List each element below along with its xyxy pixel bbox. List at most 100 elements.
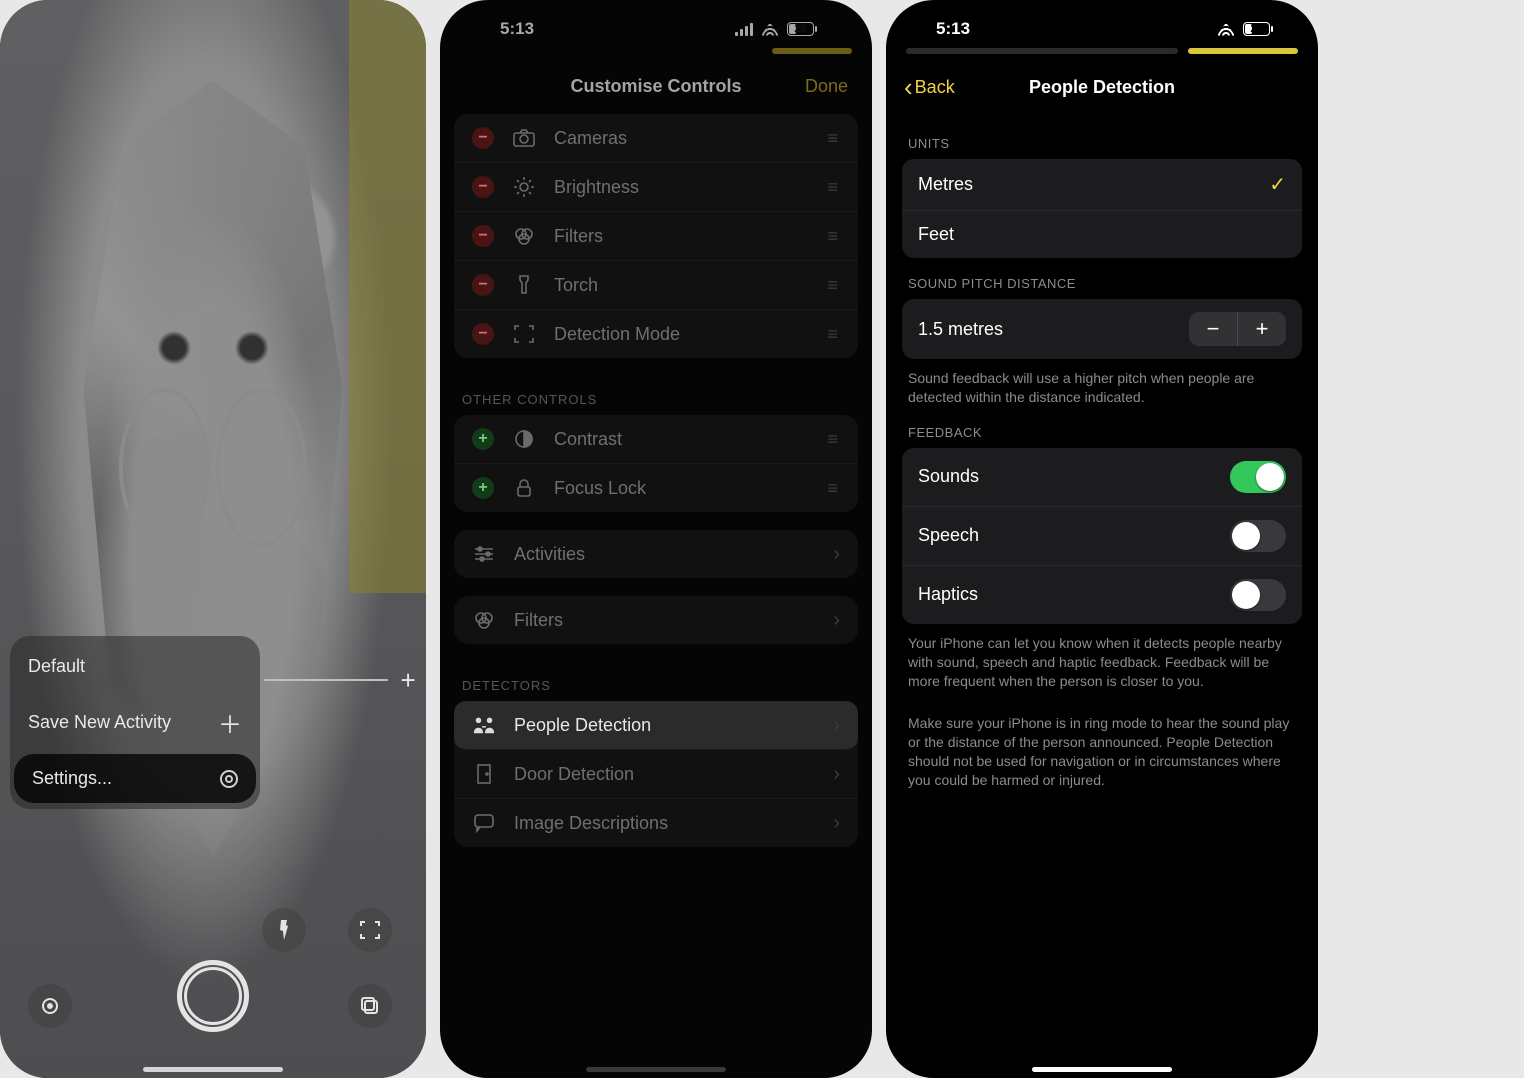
content-scroll[interactable]: UNITS Metres ✓ Feet SOUND PITCH DISTANCE… <box>902 118 1302 1078</box>
filters-icon <box>512 224 536 248</box>
filters-row-group: Filters › <box>454 596 858 644</box>
contrast-icon <box>512 427 536 451</box>
screen-magnifier: Default Save New Activity ＋ Settings... <box>0 0 426 1078</box>
activities-gear-button[interactable] <box>28 984 72 1028</box>
row-feet[interactable]: Feet <box>902 211 1302 258</box>
row-pitch-distance: 1.5 metres − + <box>902 299 1302 359</box>
zoom-slider[interactable] <box>264 679 388 681</box>
haptics-toggle[interactable] <box>1230 579 1286 611</box>
detection-mode-button[interactable] <box>348 908 392 952</box>
people-icon <box>472 713 496 737</box>
units-group: Metres ✓ Feet <box>902 159 1302 258</box>
section-units: UNITS <box>902 118 1302 159</box>
remove-icon[interactable]: − <box>472 323 494 345</box>
tab-track <box>906 48 1178 54</box>
camera-icon <box>512 126 536 150</box>
reorder-grip-icon[interactable]: ≡ <box>827 478 840 499</box>
gear-icon <box>220 770 238 788</box>
torch-button[interactable] <box>262 908 306 952</box>
shutter-button[interactable] <box>177 960 249 1032</box>
battery-icon: 29 <box>1243 22 1270 36</box>
section-detectors: DETECTORS <box>454 662 858 701</box>
row-door-detection[interactable]: Door Detection › <box>454 750 858 799</box>
label: Feet <box>918 224 954 245</box>
reorder-grip-icon[interactable]: ≡ <box>827 177 840 198</box>
row-brightness[interactable]: − Brightness ≡ <box>454 163 858 212</box>
nav-bar: ‹ Back People Detection <box>886 64 1318 110</box>
content-scroll[interactable]: − Cameras ≡ − Brightness ≡ − Filters ≡ −… <box>454 114 858 1078</box>
popover-item-default[interactable]: Default <box>10 642 260 691</box>
pitch-group: 1.5 metres − + <box>902 299 1302 359</box>
home-indicator[interactable] <box>586 1067 726 1072</box>
label: Image Descriptions <box>514 813 668 834</box>
wifi-icon <box>1217 23 1235 36</box>
row-contrast[interactable]: + Contrast ≡ <box>454 415 858 464</box>
done-button[interactable]: Done <box>805 76 848 97</box>
label: Torch <box>554 275 598 296</box>
remove-icon[interactable]: − <box>472 225 494 247</box>
back-button[interactable]: ‹ Back <box>904 77 955 98</box>
wifi-icon <box>761 23 779 36</box>
status-bar: 5:13 29 <box>440 14 872 44</box>
label: Speech <box>918 525 979 546</box>
row-image-descriptions[interactable]: Image Descriptions › <box>454 799 858 847</box>
row-cameras[interactable]: − Cameras ≡ <box>454 114 858 163</box>
reorder-grip-icon[interactable]: ≡ <box>827 324 840 345</box>
activities-popover: Default Save New Activity ＋ Settings... <box>10 636 260 809</box>
row-filters-nav[interactable]: Filters › <box>454 596 858 644</box>
brightness-icon <box>512 175 536 199</box>
detectors-group: People Detection › Door Detection › Imag… <box>454 701 858 847</box>
remove-icon[interactable]: − <box>472 127 494 149</box>
remove-icon[interactable]: − <box>472 176 494 198</box>
section-feedback: FEEDBACK <box>902 407 1302 448</box>
activities-row-group: Activities › <box>454 530 858 578</box>
reorder-grip-icon[interactable]: ≡ <box>827 226 840 247</box>
row-activities[interactable]: Activities › <box>454 530 858 578</box>
freeze-multi-button[interactable] <box>348 984 392 1028</box>
nav-title: People Detection <box>1029 77 1175 98</box>
sliders-icon <box>472 542 496 566</box>
screen-customise-controls: 5:13 29 Customise Controls Done − Camera… <box>440 0 872 1078</box>
add-icon[interactable]: + <box>472 428 494 450</box>
row-sounds: Sounds <box>902 448 1302 507</box>
chevron-right-icon: › <box>833 812 840 835</box>
reorder-grip-icon[interactable]: ≡ <box>827 429 840 450</box>
row-torch[interactable]: − Torch ≡ <box>454 261 858 310</box>
tab-indicator <box>772 48 852 54</box>
home-indicator[interactable] <box>1032 1067 1172 1072</box>
home-indicator[interactable] <box>143 1067 283 1072</box>
remove-icon[interactable]: − <box>472 274 494 296</box>
filters-icon <box>472 608 496 632</box>
label: Filters <box>554 226 603 247</box>
pitch-footer: Sound feedback will use a higher pitch w… <box>902 359 1302 407</box>
torch-icon <box>512 273 536 297</box>
checkmark-icon: ✓ <box>1269 172 1286 197</box>
popover-item-settings[interactable]: Settings... <box>14 754 256 803</box>
row-people-detection[interactable]: People Detection › <box>454 701 858 750</box>
stepper-plus-button[interactable]: + <box>1238 312 1286 346</box>
pitch-stepper: − + <box>1189 312 1286 346</box>
screen-people-detection: 5:13 29 ‹ Back People Detection UNITS Me… <box>886 0 1318 1078</box>
row-focus-lock[interactable]: + Focus Lock ≡ <box>454 464 858 512</box>
sounds-toggle[interactable] <box>1230 461 1286 493</box>
reorder-grip-icon[interactable]: ≡ <box>827 275 840 296</box>
popover-item-save-activity[interactable]: Save New Activity ＋ <box>10 691 260 754</box>
reorder-grip-icon[interactable]: ≡ <box>827 128 840 149</box>
row-metres[interactable]: Metres ✓ <box>902 159 1302 211</box>
nav-bar: Customise Controls Done <box>440 62 872 110</box>
detection-icon <box>512 322 536 346</box>
label: Focus Lock <box>554 478 646 499</box>
stepper-minus-button[interactable]: − <box>1189 312 1237 346</box>
label: Activities <box>514 544 585 565</box>
speech-bubble-icon <box>472 811 496 835</box>
speech-toggle[interactable] <box>1230 520 1286 552</box>
bottom-toolbar <box>0 886 426 1056</box>
label: Save New Activity <box>28 712 171 733</box>
row-filters[interactable]: − Filters ≡ <box>454 212 858 261</box>
plus-icon: ＋ <box>218 705 242 740</box>
row-detection-mode[interactable]: − Detection Mode ≡ <box>454 310 858 358</box>
feedback-footer-2: Make sure your iPhone is in ring mode to… <box>902 704 1302 790</box>
status-bar: 5:13 29 <box>886 14 1318 44</box>
add-icon[interactable]: + <box>472 477 494 499</box>
primary-controls-group: − Cameras ≡ − Brightness ≡ − Filters ≡ −… <box>454 114 858 358</box>
